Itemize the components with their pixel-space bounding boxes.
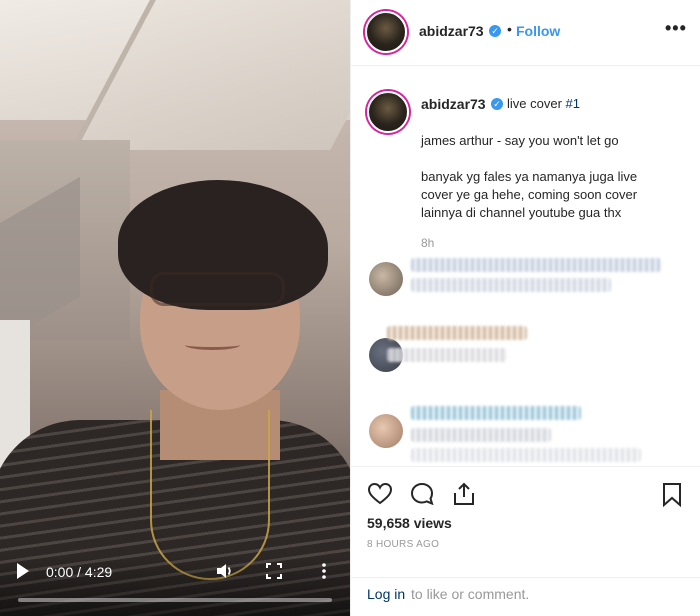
video-person-mouth [185, 340, 240, 350]
fullscreen-icon[interactable] [266, 563, 282, 579]
post-timestamp[interactable]: 8 HOURS AGO [367, 539, 439, 550]
caption-avatar[interactable] [367, 91, 409, 133]
separator-dot: • [507, 21, 512, 37]
blurred-comment [387, 348, 507, 362]
login-prompt-text: to like or comment. [411, 586, 530, 602]
share-icon[interactable] [451, 481, 477, 507]
caption-line: james arthur - say you won't let go [421, 133, 619, 148]
post-panel: abidzar73 ✓ • Follow ••• abidzar73 ✓ liv… [350, 0, 700, 616]
play-icon[interactable] [16, 562, 30, 580]
caption-title: live cover #1 [507, 96, 580, 111]
heart-icon[interactable] [367, 481, 393, 507]
more-options-icon[interactable]: ••• [665, 18, 687, 39]
volume-icon[interactable] [216, 562, 234, 580]
login-link[interactable]: Log in [367, 586, 405, 602]
blurred-comment [411, 258, 661, 272]
header-username[interactable]: abidzar73 [419, 23, 484, 39]
blurred-comment [411, 448, 641, 462]
caption-username[interactable]: abidzar73 [421, 96, 486, 112]
login-prompt: Log in to like or comment. [351, 577, 700, 616]
blurred-comment [411, 428, 551, 442]
verified-badge-icon: ✓ [491, 98, 503, 110]
caption-line: banyak yg fales ya namanya juga live [421, 169, 638, 184]
avatar[interactable] [369, 262, 403, 296]
blurred-comment [387, 326, 527, 340]
caption-line: lainnya di channel youtube gua thx [421, 205, 622, 220]
instagram-post-window: 0:00 / 4:29 abidzar73 ✓ • Follow ••• abi… [0, 0, 700, 616]
verified-badge-icon: ✓ [489, 25, 501, 37]
avatar[interactable] [365, 11, 407, 53]
avatar[interactable] [369, 414, 403, 448]
caption-title-text: live cover [507, 96, 566, 111]
caption-age: 8h [421, 236, 435, 250]
post-actions: 59,658 views 8 HOURS AGO [351, 466, 700, 576]
video-person-chain [150, 410, 270, 580]
caption-hashtag[interactable]: #1 [566, 96, 580, 111]
follow-button[interactable]: Follow [516, 23, 560, 39]
views-count[interactable]: 59,658 views [367, 515, 452, 531]
blurred-comment [411, 406, 581, 420]
blurred-comment [411, 278, 611, 292]
bookmark-icon[interactable] [659, 481, 685, 507]
video-progress-bar[interactable] [18, 598, 332, 602]
video-time: 0:00 / 4:29 [46, 564, 113, 580]
caption-line: cover ye ga hehe, coming soon cover [421, 187, 638, 202]
post-header: abidzar73 ✓ • Follow ••• [351, 0, 700, 66]
video-player[interactable]: 0:00 / 4:29 [0, 0, 350, 616]
video-person-glasses [150, 272, 285, 306]
comment-icon[interactable] [409, 481, 435, 507]
more-vertical-icon[interactable] [320, 562, 328, 580]
